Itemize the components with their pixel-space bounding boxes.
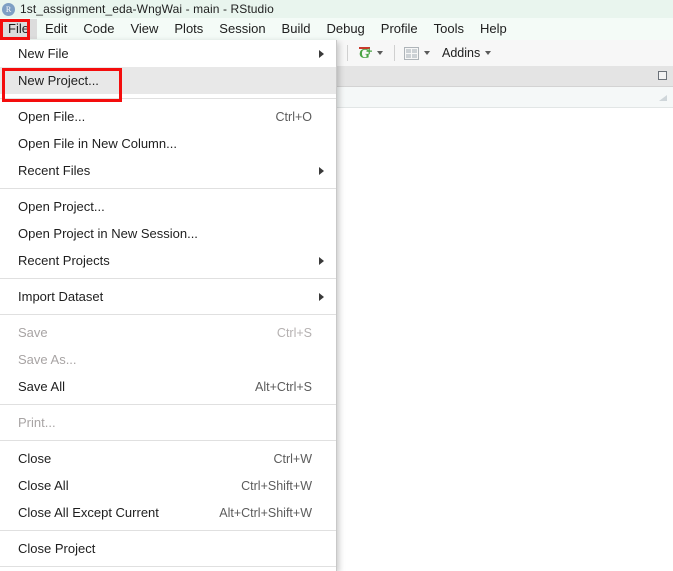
addins-button[interactable]: Addins	[434, 43, 495, 63]
menu-separator	[0, 98, 336, 99]
menu-edit[interactable]: Edit	[37, 19, 75, 39]
menu-item-shortcut: Ctrl+S	[276, 325, 312, 340]
chevron-down-icon[interactable]	[377, 51, 383, 55]
menu-item-new-project[interactable]: New Project...	[0, 67, 336, 94]
menu-item-close-all[interactable]: Close All Ctrl+Shift+W	[0, 472, 336, 499]
maximize-pane-icon[interactable]	[658, 71, 667, 80]
menu-separator	[0, 440, 336, 441]
menu-item-shortcut: Ctrl+W	[273, 451, 312, 466]
menu-item-label: Open Project...	[18, 199, 105, 214]
menu-item-shortcut: Ctrl+O	[275, 109, 312, 124]
window-title: 1st_assignment_eda-WngWai - main - RStud…	[20, 2, 274, 16]
menu-debug[interactable]: Debug	[318, 19, 372, 39]
toolbar-separator	[347, 45, 348, 61]
menu-item-print: Print...	[0, 409, 336, 436]
menu-item-open-project[interactable]: Open Project...	[0, 193, 336, 220]
chevron-down-icon-3[interactable]	[485, 51, 492, 55]
rstudio-logo-icon: R	[2, 2, 15, 16]
menu-item-close-all-except-current[interactable]: Close All Except Current Alt+Ctrl+Shift+W	[0, 499, 336, 526]
menu-session[interactable]: Session	[211, 19, 273, 39]
menu-item-label: Print...	[18, 415, 56, 430]
menu-item-label: Save As...	[18, 352, 77, 367]
toolbar-separator-2	[394, 45, 395, 61]
submenu-arrow-icon	[319, 49, 324, 58]
menu-tools[interactable]: Tools	[426, 19, 472, 39]
menu-item-label: Open Project in New Session...	[18, 226, 198, 241]
git-button[interactable]: + G	[355, 43, 387, 63]
menu-item-label: New File	[18, 46, 69, 61]
menu-profile[interactable]: Profile	[373, 19, 426, 39]
menu-item-label: Close All	[18, 478, 69, 493]
menu-item-label: Save All	[18, 379, 65, 394]
file-dropdown-menu: New File New Project... Open File... Ctrl+O…	[0, 40, 337, 571]
menu-item-label: Import Dataset	[18, 289, 104, 304]
pane-layout-button[interactable]	[402, 43, 434, 63]
submenu-arrow-icon	[319, 292, 324, 301]
chevron-down-icon-2[interactable]	[424, 51, 430, 55]
menu-item-save-all[interactable]: Save All Alt+Ctrl+S	[0, 373, 336, 400]
menu-item-label: Open File...	[18, 109, 86, 124]
menu-separator	[0, 278, 336, 279]
menu-item-label: Close	[18, 451, 52, 466]
window-titlebar: R 1st_assignment_eda-WngWai - main - RSt…	[0, 0, 673, 18]
submenu-arrow-icon	[319, 256, 324, 265]
pane-layout-icon	[404, 46, 419, 60]
menu-separator	[0, 530, 336, 531]
menu-code[interactable]: Code	[75, 19, 122, 39]
menu-separator	[0, 314, 336, 315]
menu-item-label: Recent Projects	[18, 253, 110, 268]
menu-item-shortcut: Alt+Ctrl+Shift+W	[219, 505, 312, 520]
menu-item-label: Save	[18, 325, 48, 340]
menu-item-label: Close All Except Current	[18, 505, 159, 520]
menu-help[interactable]: Help	[472, 19, 515, 39]
menu-plots[interactable]: Plots	[166, 19, 211, 39]
menu-item-label: Open File in New Column...	[18, 136, 177, 151]
menu-item-close-project[interactable]: Close Project	[0, 535, 336, 562]
menu-item-save: Save Ctrl+S	[0, 319, 336, 346]
addins-label: Addins	[442, 46, 481, 60]
menu-item-label: Close Project	[18, 541, 96, 556]
menu-file[interactable]: File	[0, 19, 37, 39]
menu-item-import-dataset[interactable]: Import Dataset	[0, 283, 336, 310]
menu-item-label: New Project...	[18, 73, 99, 88]
menu-bar: File Edit Code View Plots Session Build Debug Pr…	[0, 18, 673, 40]
menu-item-recent-files[interactable]: Recent Files	[0, 157, 336, 184]
menu-item-shortcut: Ctrl+Shift+W	[241, 478, 312, 493]
menu-item-open-project-in-new-session[interactable]: Open Project in New Session...	[0, 220, 336, 247]
menu-item-recent-projects[interactable]: Recent Projects	[0, 247, 336, 274]
menu-item-shortcut: Alt+Ctrl+S	[255, 379, 312, 394]
menu-item-label: Recent Files	[18, 163, 91, 178]
git-icon: + G	[359, 45, 373, 62]
menu-view[interactable]: View	[122, 19, 166, 39]
menu-item-save-as: Save As...	[0, 346, 336, 373]
menu-item-close[interactable]: Close Ctrl+W	[0, 445, 336, 472]
menu-item-open-file[interactable]: Open File... Ctrl+O	[0, 103, 336, 130]
rstudio-window: R 1st_assignment_eda-WngWai - main - RSt…	[0, 0, 673, 571]
menu-separator	[0, 566, 336, 567]
menu-item-new-file[interactable]: New File	[0, 40, 336, 67]
menu-build[interactable]: Build	[274, 19, 319, 39]
menu-separator	[0, 188, 336, 189]
clear-console-icon[interactable]	[659, 95, 667, 101]
menu-item-open-file-in-new-column[interactable]: Open File in New Column...	[0, 130, 336, 157]
menu-separator	[0, 404, 336, 405]
submenu-arrow-icon	[319, 166, 324, 175]
